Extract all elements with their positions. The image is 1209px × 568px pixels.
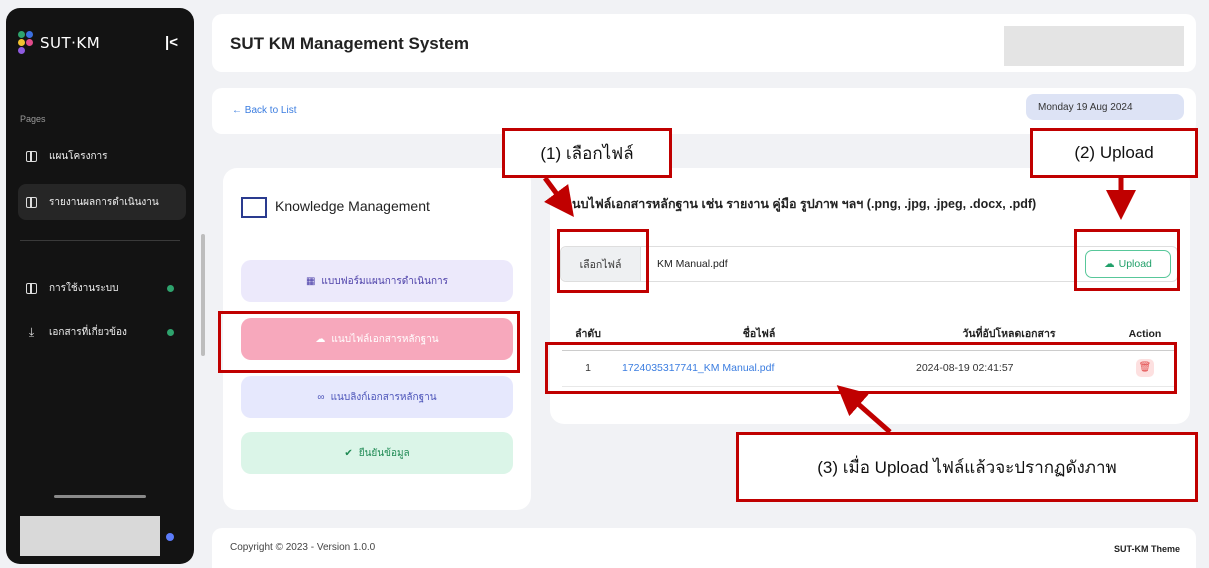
annotation-step2-box: (2) Upload <box>1030 128 1198 178</box>
arrow-step1 <box>542 176 574 218</box>
annotation-step3-box: (3) เมื่อ Upload ไฟล์แล้วจะปรากฏดังภาพ <box>736 432 1198 502</box>
annotation-step1-text: (1) เลือกไฟล์ <box>540 143 634 163</box>
annotation-step2-text: (2) Upload <box>1074 143 1154 162</box>
arrow-step3 <box>836 385 892 434</box>
annotation-step1-box: (1) เลือกไฟล์ <box>502 128 672 178</box>
annotation-step3-text: (3) เมื่อ Upload ไฟล์แล้วจะปรากฏดังภาพ <box>817 457 1117 477</box>
